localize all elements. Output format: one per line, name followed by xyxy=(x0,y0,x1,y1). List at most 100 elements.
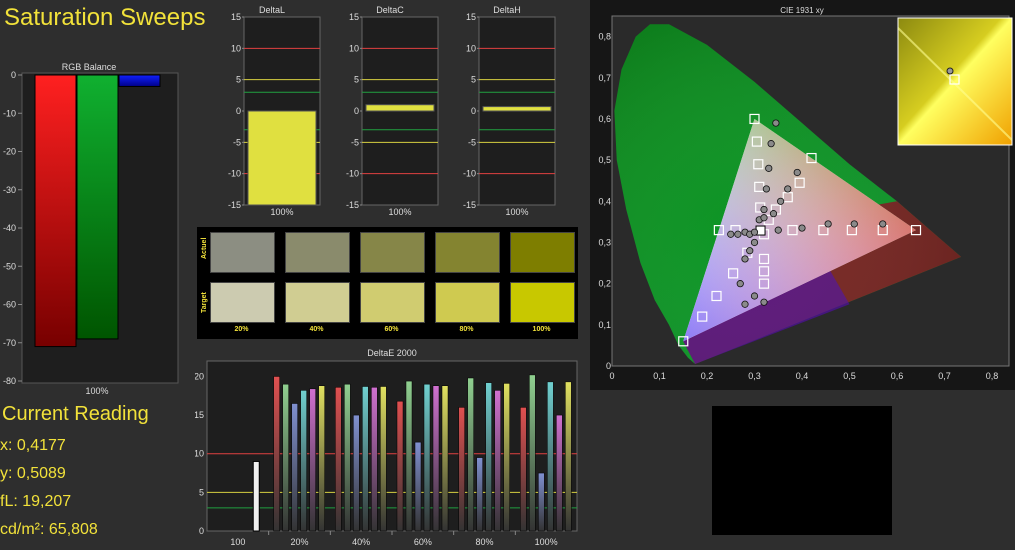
cie-title: CIE 1931 xy xyxy=(780,6,824,15)
delta-e-group-label: 40% xyxy=(352,537,370,547)
swatch-column-label: 40% xyxy=(309,326,324,333)
cie-measured-point xyxy=(760,298,768,306)
cie-measured-point xyxy=(741,300,749,308)
delta-e-bar xyxy=(335,387,342,532)
rgb-ytick-label: -70 xyxy=(3,338,16,348)
cie-measured-point xyxy=(850,220,858,228)
cie-ytick-label: 0,8 xyxy=(598,32,611,42)
delta-h-bar xyxy=(482,106,552,112)
target-swatch xyxy=(210,282,275,323)
cie-xtick-label: 0,5 xyxy=(843,371,856,381)
delta-e-white-bar xyxy=(252,460,260,532)
rgb-ytick-label: -20 xyxy=(3,147,16,157)
delta-h-category-label: 100% xyxy=(505,207,528,217)
delta-c-category-label: 100% xyxy=(388,207,411,217)
delta-e-bar xyxy=(556,414,563,532)
delta-e-group-label: 100% xyxy=(535,537,558,547)
delta-e-bar xyxy=(344,383,351,532)
delta-e-bar xyxy=(405,380,413,532)
cie-ytick-label: 0,7 xyxy=(598,73,611,83)
delta-l-ytick-label: 5 xyxy=(236,75,241,85)
delta-e-bar xyxy=(423,383,431,532)
delta-e-bar xyxy=(467,377,474,532)
delta-e-bar xyxy=(485,382,492,532)
delta-l-ytick-label: -5 xyxy=(233,137,241,147)
cie-measured-point xyxy=(765,164,773,172)
reading-cdm2: cd/m²: 65,808 xyxy=(0,521,98,538)
cie-measured-point xyxy=(784,185,792,193)
delta-l-ytick-label: 10 xyxy=(231,43,241,53)
delta-e-bar xyxy=(318,385,325,532)
cie-measured-point xyxy=(741,255,749,263)
cie-measured-point xyxy=(777,197,785,205)
delta-h-ytick-label: 5 xyxy=(471,75,476,85)
delta-e-ytick-label: 5 xyxy=(199,487,204,497)
delta-e-group-label: 80% xyxy=(475,537,493,547)
cie-measured-point xyxy=(774,226,782,234)
delta-l-category-label: 100% xyxy=(270,207,293,217)
delta-l-ytick-label: -15 xyxy=(228,200,241,210)
delta-l-ytick-label: 0 xyxy=(236,106,241,116)
delta-e-group-label: 100 xyxy=(230,537,245,547)
target-swatch xyxy=(360,282,425,323)
measured-color-preview xyxy=(712,406,892,535)
cie-ytick-label: 0,4 xyxy=(598,196,611,206)
delta-c-ytick-label: 10 xyxy=(349,43,359,53)
delta-h-ytick-label: 10 xyxy=(466,43,476,53)
delta-e-bar xyxy=(414,441,422,532)
cie-1931-chart: CIE 1931 xy 0 0,1 0,2 0,3 0,4 0,5 0,6 0,7 0,8 0,8 0… xyxy=(598,6,1013,381)
delta-e-bar xyxy=(520,407,527,532)
delta-h-ytick-label: -5 xyxy=(468,137,476,147)
delta-l-title: DeltaL xyxy=(259,5,285,15)
cie-measured-point xyxy=(793,168,801,177)
reading-y: y: 0,5089 xyxy=(0,465,66,482)
delta-h-title: DeltaH xyxy=(493,5,521,15)
cie-measured-point xyxy=(760,214,768,222)
delta-c-bar xyxy=(365,104,435,112)
cie-measured-point xyxy=(746,247,754,255)
delta-e-bar xyxy=(353,414,360,532)
rgb-ytick-label: 0 xyxy=(11,70,16,80)
delta-e-bar xyxy=(458,407,465,532)
delta-h-ytick-label: 0 xyxy=(471,106,476,116)
rgb-balance-title: RGB Balance xyxy=(62,62,117,72)
delta-l-ytick-label: 15 xyxy=(231,12,241,22)
delta-e-2000-chart: DeltaE 2000 20 15 10 5 0 100 20% 40% 60% 80% 100% xyxy=(195,348,578,547)
cie-ytick-label: 0 xyxy=(606,361,611,371)
delta-e-bar xyxy=(362,386,369,532)
actual-swatch xyxy=(210,232,275,273)
delta-l-chart: DeltaL 15 10 5 0 -5 -10 -15 100% xyxy=(228,5,321,217)
delta-e-bar xyxy=(503,383,510,532)
cie-xtick-label: 0,2 xyxy=(701,371,714,381)
reading-fl: fL: 19,207 xyxy=(0,493,72,510)
delta-c-ytick-label: -10 xyxy=(346,169,359,179)
delta-e-title: DeltaE 2000 xyxy=(367,348,417,358)
swatch-column-label: 80% xyxy=(459,326,474,333)
rgb-bar xyxy=(76,74,119,340)
cie-measured-point xyxy=(736,280,744,288)
delta-c-chart: DeltaC 15 10 5 0 -5 -10 -15 100% xyxy=(346,5,439,217)
cie-ytick-label: 0,6 xyxy=(598,114,611,124)
delta-e-bar xyxy=(529,374,536,532)
cie-measured-point xyxy=(750,228,759,236)
cie-xtick-label: 0,1 xyxy=(653,371,666,381)
rgb-bar xyxy=(34,74,77,348)
delta-c-ytick-label: 5 xyxy=(354,75,359,85)
cie-xtick-label: 0,6 xyxy=(891,371,904,381)
cie-xtick-label: 0,3 xyxy=(748,371,761,381)
delta-c-ytick-label: 15 xyxy=(349,12,359,22)
delta-e-bar xyxy=(291,403,298,532)
cie-ytick-label: 0,3 xyxy=(598,237,611,247)
delta-c-ytick-label: -15 xyxy=(346,200,359,210)
delta-l-ytick-label: -10 xyxy=(228,169,241,179)
delta-e-ytick-label: 20 xyxy=(195,371,204,381)
target-swatch xyxy=(510,282,575,323)
swatch-column-label: 60% xyxy=(384,326,399,333)
cie-measured-point xyxy=(879,220,887,228)
swatch-column-label: 100% xyxy=(532,326,551,333)
delta-h-ytick-label: -10 xyxy=(463,169,476,179)
rgb-ytick-label: -10 xyxy=(3,108,16,118)
cie-zoom-measured xyxy=(946,67,954,75)
delta-c-ytick-label: -5 xyxy=(351,137,359,147)
cie-xtick-label: 0 xyxy=(609,371,614,381)
